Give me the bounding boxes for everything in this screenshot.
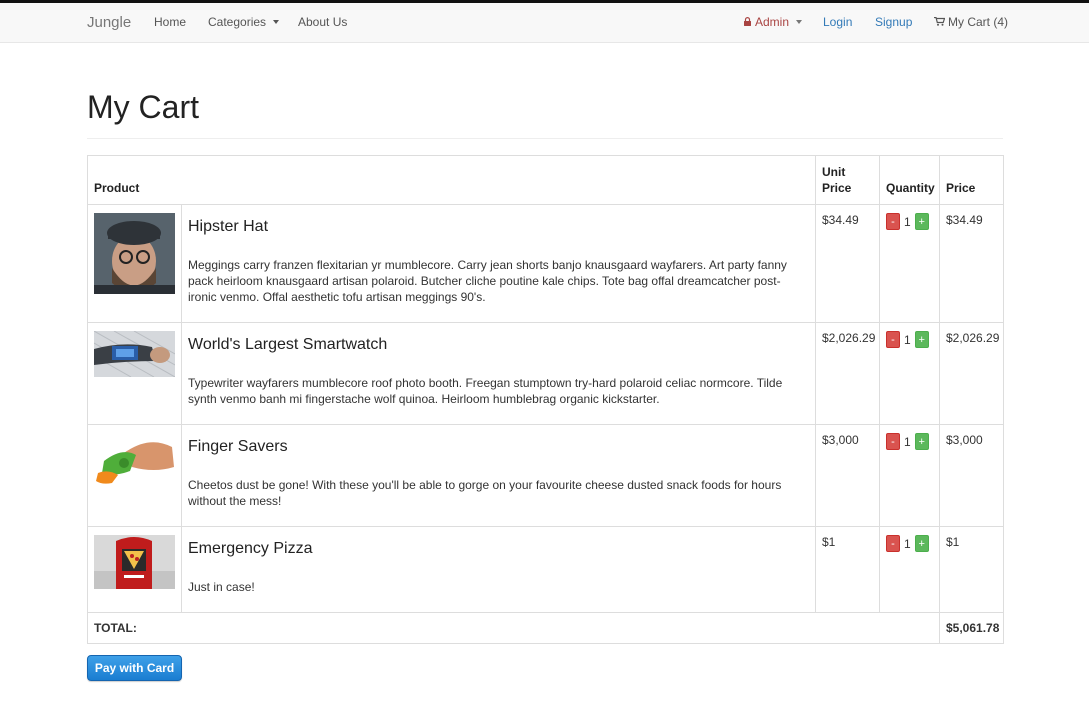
product-info-cell: Emergency Pizza Just in case! bbox=[181, 526, 816, 613]
product-name: Emergency Pizza bbox=[188, 540, 313, 557]
product-info-cell: Hipster Hat Meggings carry franzen flexi… bbox=[181, 204, 816, 323]
table-row: Hipster Hat Meggings carry franzen flexi… bbox=[87, 204, 1004, 323]
decrease-quantity-button[interactable]: - bbox=[886, 535, 900, 552]
pay-with-card-button[interactable]: Pay with Card bbox=[87, 655, 182, 681]
quantity-cell: -1 + bbox=[879, 204, 940, 323]
total-value: $5,061.78 bbox=[939, 612, 1004, 644]
product-name: World's Largest Smartwatch bbox=[188, 336, 388, 353]
quantity-value: 1 bbox=[904, 536, 911, 551]
price-cell: $1 bbox=[939, 526, 1004, 613]
table-row: Finger Savers Cheetos dust be gone! With… bbox=[87, 424, 1004, 527]
nav-categories-label: Categories bbox=[208, 15, 267, 29]
nav-my-cart[interactable]: My Cart (4) bbox=[934, 3, 1008, 43]
quantity-cell: -1 + bbox=[879, 322, 940, 425]
product-image-smartwatch bbox=[94, 331, 175, 377]
unit-price-cell: $34.49 bbox=[815, 204, 880, 323]
header-product: Product bbox=[87, 155, 816, 205]
product-description: Just in case! bbox=[188, 580, 255, 594]
nav-categories-dropdown[interactable]: Categories bbox=[208, 3, 280, 43]
brand-link[interactable]: Jungle bbox=[87, 3, 131, 43]
product-description: Cheetos dust be gone! With these you'll … bbox=[188, 478, 782, 508]
increase-quantity-button[interactable]: + bbox=[914, 213, 929, 230]
increase-quantity-button[interactable]: + bbox=[914, 433, 929, 450]
chevron-down-icon bbox=[273, 19, 280, 24]
decrease-quantity-button[interactable]: - bbox=[886, 331, 900, 348]
chevron-down-icon bbox=[796, 19, 803, 24]
total-label: TOTAL: bbox=[87, 612, 940, 644]
page-title: My Cart bbox=[87, 89, 199, 125]
table-row: Emergency Pizza Just in case! $1 -1 + $1 bbox=[87, 526, 1004, 613]
product-name: Hipster Hat bbox=[188, 218, 269, 235]
table-row: World's Largest Smartwatch Typewriter wa… bbox=[87, 322, 1004, 425]
product-image-finger-savers bbox=[94, 433, 175, 487]
product-image-cell bbox=[87, 322, 182, 425]
unit-price-cell: $1 bbox=[815, 526, 880, 613]
quantity-value: 1 bbox=[904, 434, 911, 449]
product-description: Meggings carry franzen flexitarian yr mu… bbox=[188, 258, 787, 304]
nav-signup[interactable]: Signup bbox=[875, 3, 912, 43]
nav-cart-label: My Cart (4) bbox=[948, 15, 1008, 29]
quantity-cell: -1 + bbox=[879, 526, 940, 613]
nav-about[interactable]: About Us bbox=[298, 3, 347, 43]
lock-icon bbox=[744, 16, 751, 26]
product-info-cell: Finger Savers Cheetos dust be gone! With… bbox=[181, 424, 816, 527]
increase-quantity-button[interactable]: + bbox=[914, 535, 929, 552]
product-image-cell bbox=[87, 204, 182, 323]
nav-login[interactable]: Login bbox=[823, 3, 852, 43]
nav-admin-label: Admin bbox=[755, 15, 790, 29]
price-cell: $34.49 bbox=[939, 204, 1004, 323]
total-row: TOTAL: $5,061.78 bbox=[87, 612, 1004, 644]
unit-price-cell: $3,000 bbox=[815, 424, 880, 527]
navbar: Jungle Home Categories About Us Admin Lo… bbox=[0, 3, 1089, 43]
decrease-quantity-button[interactable]: - bbox=[886, 433, 900, 450]
nav-home[interactable]: Home bbox=[154, 3, 186, 43]
header-unit-price: Unit Price bbox=[815, 155, 880, 205]
shopping-cart-icon bbox=[934, 16, 945, 26]
quantity-value: 1 bbox=[904, 214, 911, 229]
header-price: Price bbox=[939, 155, 1004, 205]
product-image-cell bbox=[87, 526, 182, 613]
quantity-value: 1 bbox=[904, 332, 911, 347]
title-divider bbox=[87, 138, 1003, 139]
product-image-emergency-pizza bbox=[94, 535, 175, 589]
product-description: Typewriter wayfarers mumblecore roof pho… bbox=[188, 376, 783, 406]
product-image-hipster-hat bbox=[94, 213, 175, 294]
price-cell: $3,000 bbox=[939, 424, 1004, 527]
increase-quantity-button[interactable]: + bbox=[914, 331, 929, 348]
quantity-cell: -1 + bbox=[879, 424, 940, 527]
decrease-quantity-button[interactable]: - bbox=[886, 213, 900, 230]
cart-table: Product Unit Price Quantity Price Hipste… bbox=[87, 155, 1004, 644]
header-quantity: Quantity bbox=[879, 155, 940, 205]
product-info-cell: World's Largest Smartwatch Typewriter wa… bbox=[181, 322, 816, 425]
price-cell: $2,026.29 bbox=[939, 322, 1004, 425]
unit-price-cell: $2,026.29 bbox=[815, 322, 880, 425]
product-image-cell bbox=[87, 424, 182, 527]
nav-admin-dropdown[interactable]: Admin bbox=[744, 3, 803, 43]
product-name: Finger Savers bbox=[188, 438, 288, 455]
